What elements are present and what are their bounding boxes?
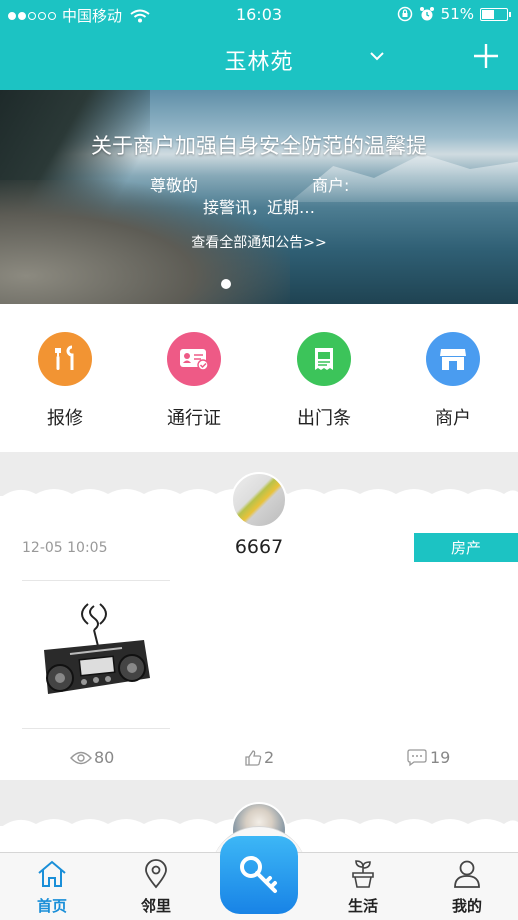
category-tag[interactable]: 房产 — [414, 533, 518, 562]
thumbs-up-icon — [245, 749, 262, 766]
home-icon — [38, 860, 66, 887]
banner-title: 关于商户加强自身安全防范的温馨提 — [91, 134, 427, 158]
id-card-icon — [167, 332, 221, 386]
tab-label: 我的 — [451, 897, 482, 915]
action-exit-slip[interactable]: 出门条 — [269, 332, 379, 430]
battery-percent: 51% — [440, 5, 474, 23]
tab-label: 生活 — [347, 897, 378, 915]
receipt-icon — [297, 332, 351, 386]
tab-label: 邻里 — [140, 897, 171, 915]
comment-icon — [407, 748, 427, 766]
comments-stat[interactable]: 19 — [406, 748, 450, 767]
view-all-notices-link[interactable]: 查看全部通知公告>> — [0, 232, 518, 252]
action-pass[interactable]: 通行证 — [139, 332, 249, 430]
action-label: 商户 — [435, 408, 471, 429]
action-repair[interactable]: 报修 — [10, 332, 120, 430]
rotation-lock-icon — [397, 6, 412, 22]
likes-count: 2 — [264, 748, 275, 767]
tab-label: 首页 — [36, 897, 67, 915]
banner-excerpt: 接警讯，近期… — [202, 198, 315, 217]
alarm-icon — [419, 7, 434, 21]
app-header: 中国移动 16:03 51% 玉林苑 — [0, 0, 518, 90]
status-right: 51% — [397, 5, 511, 23]
user-icon — [454, 860, 480, 888]
views-count: 80 — [94, 748, 115, 767]
radio-image[interactable] — [36, 600, 154, 704]
action-label: 报修 — [47, 408, 83, 429]
key-icon — [240, 856, 277, 893]
carousel-indicator[interactable] — [221, 279, 231, 289]
tab-home[interactable]: 首页 — [12, 859, 92, 916]
banner-greeting: 尊敬的 — [150, 176, 199, 195]
divider — [22, 580, 170, 581]
avatar[interactable] — [231, 472, 287, 528]
notice-banner[interactable]: 关于商户加强自身安全防范的温馨提 尊敬的 商户: 接警讯，近期… 查看全部通知公… — [0, 90, 518, 304]
repair-tools-icon — [38, 332, 92, 386]
action-merchant[interactable]: 商户 — [398, 332, 508, 430]
battery-icon — [480, 7, 511, 21]
comments-count: 19 — [430, 748, 451, 767]
views-stat: 80 — [70, 748, 114, 767]
feed-card[interactable]: 12-05 10:05 6667 房产 80 2 19 — [0, 472, 518, 780]
quick-actions: 报修 通行证 出门条 商户 — [0, 304, 518, 452]
plant-pot-icon — [352, 860, 374, 888]
eye-icon — [70, 751, 92, 764]
key-button[interactable] — [220, 836, 298, 914]
plus-icon[interactable] — [472, 42, 500, 70]
tab-life[interactable]: 生活 — [323, 859, 403, 916]
tab-me[interactable]: 我的 — [427, 859, 507, 916]
status-bar: 中国移动 16:03 51% — [0, 0, 518, 30]
tab-neighbors[interactable]: 邻里 — [116, 859, 196, 916]
chevron-down-icon[interactable] — [369, 50, 385, 62]
shop-icon — [426, 332, 480, 386]
community-title[interactable]: 玉林苑 — [0, 44, 518, 76]
divider — [22, 728, 170, 729]
action-label: 出门条 — [297, 408, 351, 429]
likes-stat[interactable]: 2 — [244, 748, 274, 767]
banner-greeting-target: 商户: — [312, 176, 350, 195]
location-pin-icon — [145, 859, 167, 889]
action-label: 通行证 — [167, 408, 221, 429]
